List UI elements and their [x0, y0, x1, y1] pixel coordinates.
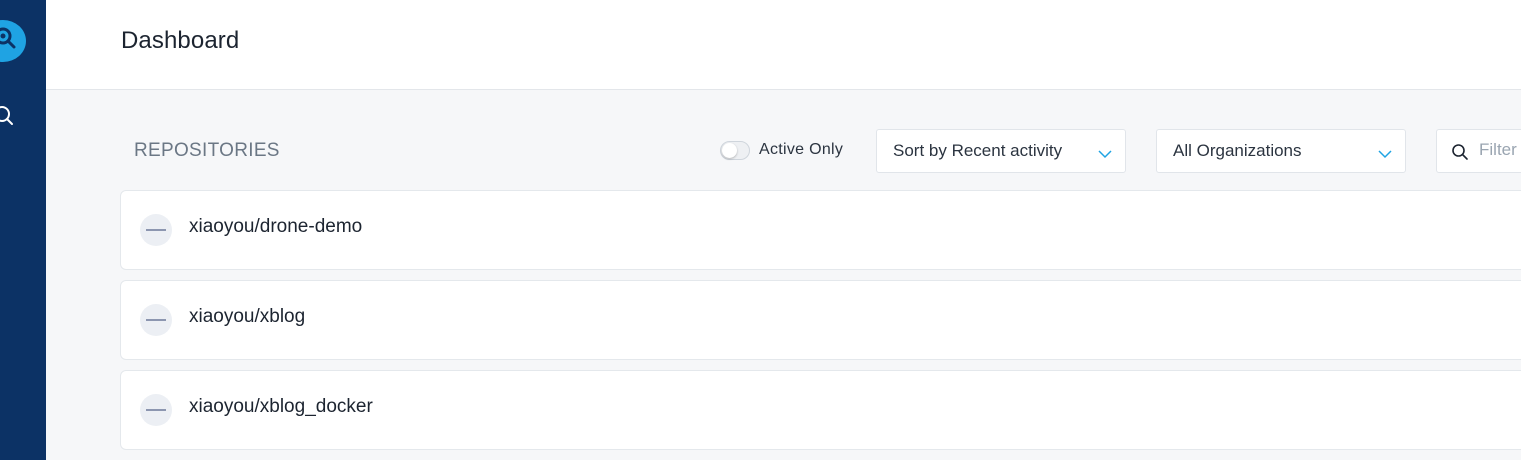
filter-input[interactable] [1479, 140, 1521, 160]
sort-select-value: Sort by Recent activity [893, 141, 1063, 160]
search-icon [1452, 144, 1468, 160]
repo-card[interactable]: xiaoyou/xblog_docker [120, 370, 1521, 450]
page-header: Dashboard [46, 0, 1521, 90]
repo-name[interactable]: xiaoyou/drone-demo [189, 216, 362, 238]
repositories-heading: REPOSITORIES [134, 140, 280, 161]
organization-select[interactable]: All Organizations [1156, 129, 1406, 173]
active-only-label[interactable]: Active Only [759, 141, 843, 159]
repo-card[interactable]: xiaoyou/drone-demo [120, 190, 1521, 270]
repo-card[interactable]: xiaoyou/xblog [120, 280, 1521, 360]
no-builds-icon [140, 394, 172, 426]
repo-name[interactable]: xiaoyou/xblog [189, 306, 305, 328]
sidebar [0, 0, 46, 460]
search-icon[interactable] [0, 104, 16, 128]
toggle-knob [722, 143, 737, 158]
no-builds-icon [140, 304, 172, 336]
page-title: Dashboard [121, 27, 240, 54]
active-only-toggle[interactable] [720, 141, 750, 160]
repo-name[interactable]: xiaoyou/xblog_docker [189, 396, 373, 418]
no-builds-icon [140, 214, 172, 246]
sort-select[interactable]: Sort by Recent activity [876, 129, 1126, 173]
drone-logo-icon[interactable] [0, 20, 26, 62]
organization-select-value: All Organizations [1173, 141, 1302, 160]
filter-box [1436, 129, 1521, 173]
chevron-down-icon [1098, 150, 1112, 159]
chevron-down-icon [1378, 150, 1392, 159]
